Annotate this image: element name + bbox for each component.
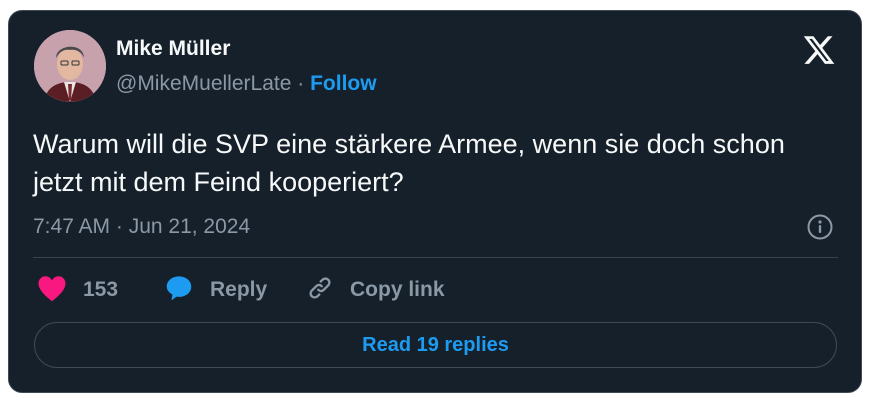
handle-row: @MikeMuellerLate · Follow (116, 72, 377, 96)
copy-link-button[interactable]: Copy link (306, 275, 445, 305)
reply-label: Reply (210, 278, 268, 301)
embedded-tweet-card: Mike Müller @MikeMuellerLate · Follow Wa… (8, 10, 862, 393)
link-icon (306, 274, 334, 307)
like-button[interactable]: 153 (37, 275, 118, 305)
follow-button[interactable]: Follow (310, 72, 377, 95)
copy-link-label: Copy link (350, 278, 445, 301)
read-replies-button[interactable]: Read 19 replies (34, 322, 837, 368)
info-icon[interactable] (806, 213, 834, 241)
divider (33, 257, 838, 258)
author-name[interactable]: Mike Müller (116, 37, 230, 61)
avatar[interactable] (34, 30, 106, 102)
speech-bubble-icon (164, 274, 194, 307)
author-handle[interactable]: @MikeMuellerLate (116, 72, 291, 95)
heart-icon (37, 274, 67, 307)
tweet-timestamp[interactable]: 7:47 AM · Jun 21, 2024 (33, 215, 250, 239)
reply-button[interactable]: Reply (164, 275, 267, 305)
x-logo-icon[interactable] (802, 33, 836, 67)
like-count: 153 (83, 278, 119, 301)
separator-dot: · (297, 72, 305, 95)
read-replies-label: Read 19 replies (362, 333, 509, 356)
tweet-text: Warum will die SVP eine stärkere Armee, … (33, 129, 785, 197)
